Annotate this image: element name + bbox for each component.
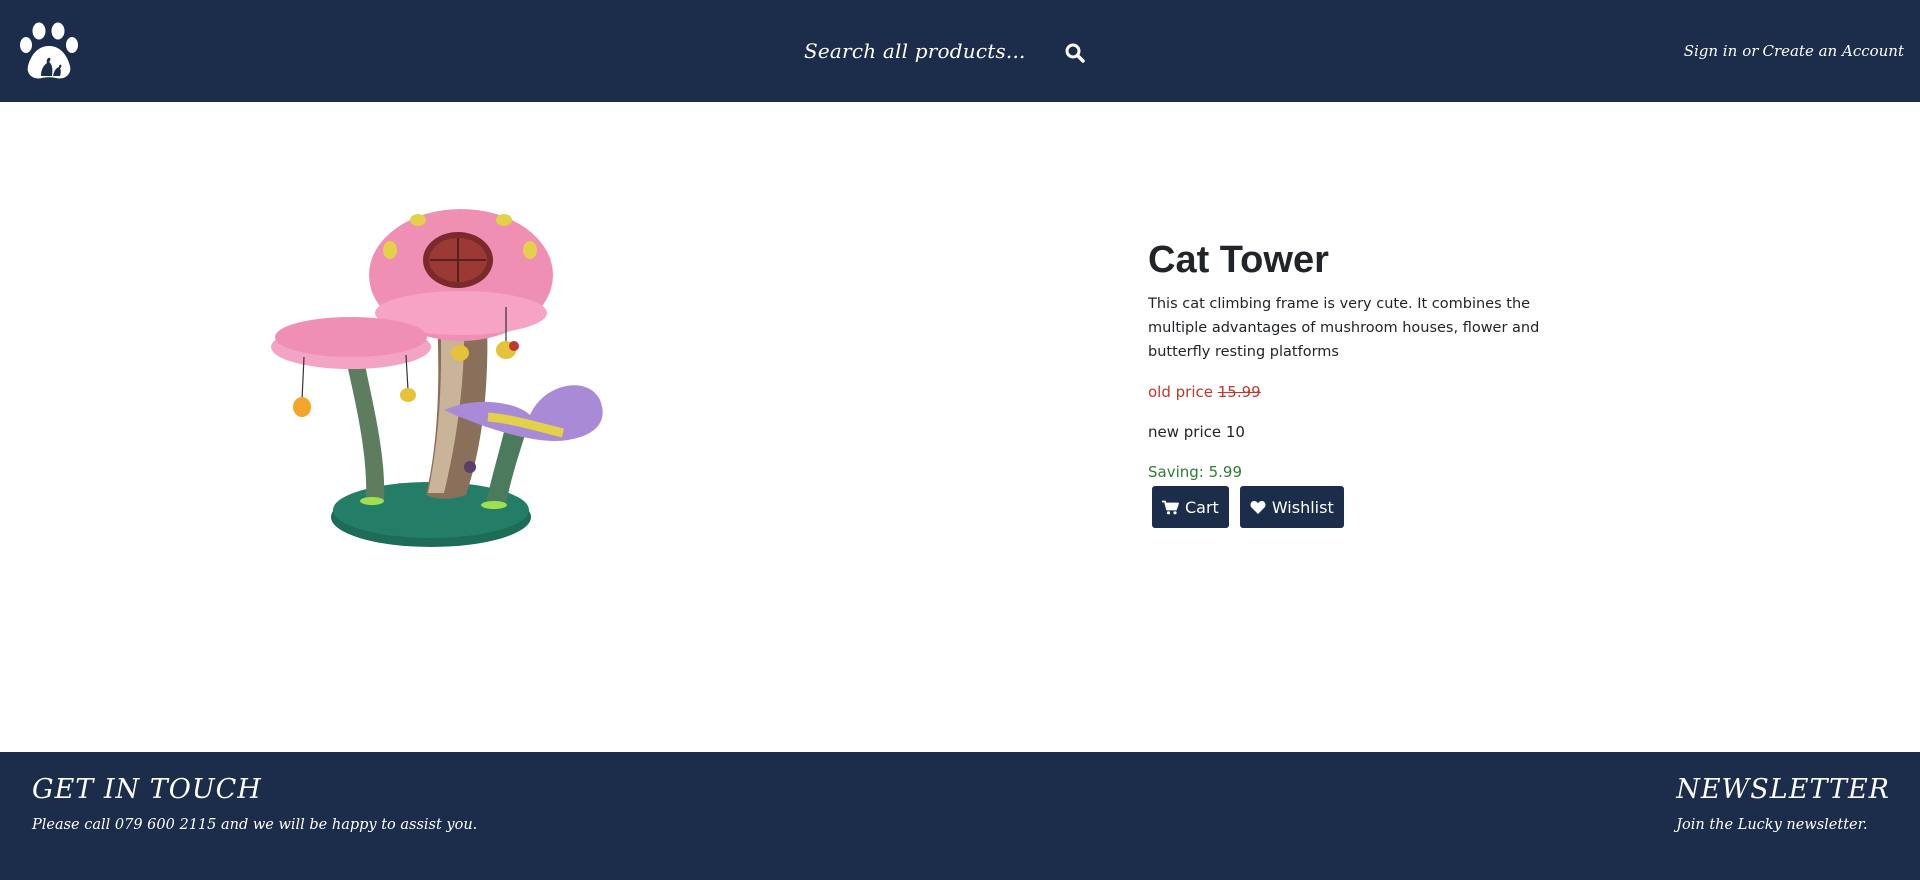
heart-icon [1250,500,1266,514]
cart-icon [1162,500,1179,514]
paw-logo-icon[interactable] [18,22,82,82]
top-navbar: Search all products... Sign in or Create a… [0,0,1920,102]
account-links: Sign in or Create an Account [1684,42,1904,60]
wishlist-button-label: Wishlist [1271,497,1334,517]
contact-block: GET IN TOUCH Please call 079 600 2115 an… [32,774,477,833]
cat-tower-image [271,209,603,547]
add-to-cart-button[interactable]: Cart [1152,486,1229,528]
account-separator: or [1742,42,1759,60]
add-to-wishlist-button[interactable]: Wishlist [1239,486,1344,528]
contact-text: Please call 079 600 2115 and we will be … [32,817,478,833]
product-actions: Cart Wishlist [1152,486,1588,528]
product-details: Cat Tower This cat climbing frame is ver… [1148,238,1588,528]
product-description: This cat climbing frame is very cute. It… [1148,296,1540,360]
search-icon[interactable] [1064,42,1086,64]
search-bar: Search all products... [800,36,1090,66]
old-price-value: 15.99 [1217,383,1261,401]
cart-button-label: Cart [1185,497,1219,517]
contact-heading: GET IN TOUCH [32,774,262,805]
sign-in-link[interactable]: Sign in [1684,42,1738,60]
search-input[interactable]: Search all products... [804,39,1026,63]
create-account-link[interactable]: Create an Account [1762,42,1904,60]
product-title: Cat Tower [1148,239,1329,281]
newsletter-text: Join the Lucky newsletter. [1676,817,1868,833]
old-price: old price 15.99 [1148,380,1588,404]
newsletter-block: NEWSLETTER Join the Lucky newsletter. [1676,774,1890,833]
new-price: new price 10 [1148,423,1245,441]
site-footer: GET IN TOUCH Please call 079 600 2115 an… [0,752,1920,880]
old-price-label: old price [1148,383,1213,401]
newsletter-heading: NEWSLETTER [1676,774,1890,805]
saving-amount: Saving: 5.99 [1148,463,1243,481]
